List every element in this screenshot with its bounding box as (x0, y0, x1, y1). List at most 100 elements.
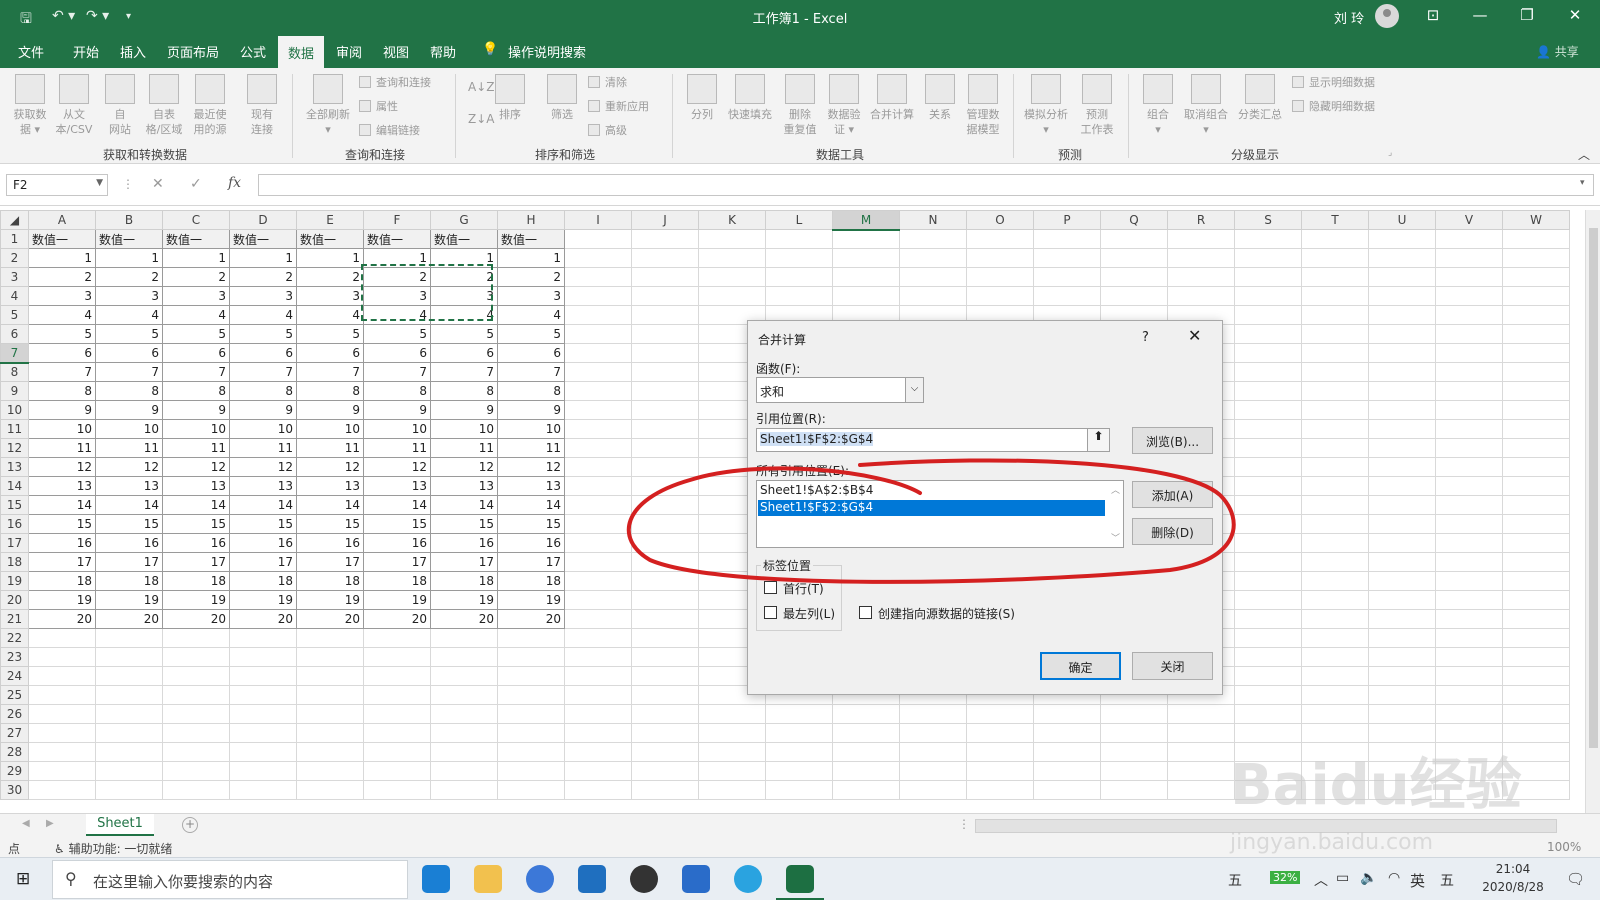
data-cell[interactable]: 5 (229, 324, 297, 344)
data-cell[interactable]: 2 (430, 267, 498, 287)
empty-cell[interactable] (1301, 514, 1369, 534)
empty-cell[interactable] (95, 704, 163, 724)
empty-cell[interactable] (1502, 628, 1570, 648)
empty-cell[interactable] (1435, 685, 1503, 705)
empty-cell[interactable] (363, 723, 431, 743)
data-cell[interactable]: 3 (229, 286, 297, 306)
empty-cell[interactable] (28, 742, 96, 762)
empty-cell[interactable] (1435, 704, 1503, 724)
empty-cell[interactable] (631, 476, 699, 496)
empty-cell[interactable] (1033, 742, 1101, 762)
empty-cell[interactable] (1502, 343, 1570, 363)
edit-links-button[interactable]: 编辑链接 (359, 122, 420, 138)
empty-cell[interactable] (765, 229, 833, 249)
row-header[interactable]: 30 (0, 780, 29, 800)
refresh-all-button[interactable]: 全部刷新 ▾ (300, 74, 356, 137)
empty-cell[interactable] (1502, 419, 1570, 439)
empty-cell[interactable] (1100, 723, 1168, 743)
empty-cell[interactable] (162, 628, 230, 648)
empty-cell[interactable] (631, 533, 699, 553)
row-header[interactable]: 24 (0, 666, 29, 686)
hide-detail-button[interactable]: 隐藏明细数据 (1292, 98, 1375, 114)
empty-cell[interactable] (1435, 381, 1503, 401)
taskbar-search[interactable]: ⚲ 在这里输入你要搜索的内容 (52, 860, 408, 899)
data-cell[interactable]: 14 (363, 495, 431, 515)
empty-cell[interactable] (765, 267, 833, 287)
ungroup-button[interactable]: 取消组合 ▾ (1180, 74, 1232, 137)
empty-cell[interactable] (765, 286, 833, 306)
empty-cell[interactable] (497, 666, 565, 686)
empty-cell[interactable] (1301, 476, 1369, 496)
chevron-down-icon[interactable]: ▼ (96, 178, 103, 188)
data-cell[interactable]: 12 (28, 457, 96, 477)
column-header[interactable]: H (497, 210, 565, 230)
empty-cell[interactable] (1301, 647, 1369, 667)
empty-cell[interactable] (1368, 628, 1436, 648)
empty-cell[interactable] (1234, 647, 1302, 667)
data-cell[interactable]: 15 (296, 514, 364, 534)
empty-cell[interactable] (765, 742, 833, 762)
data-validation-button[interactable]: 数据验 证 ▾ (822, 74, 866, 137)
row-header[interactable]: 26 (0, 704, 29, 724)
empty-cell[interactable] (631, 514, 699, 534)
empty-cell[interactable] (162, 685, 230, 705)
empty-cell[interactable] (564, 552, 632, 572)
data-cell[interactable]: 7 (296, 362, 364, 382)
excel-icon[interactable] (786, 865, 814, 893)
empty-cell[interactable] (1435, 666, 1503, 686)
empty-cell[interactable] (631, 229, 699, 249)
empty-cell[interactable] (1502, 704, 1570, 724)
empty-cell[interactable] (95, 780, 163, 800)
empty-cell[interactable] (28, 761, 96, 781)
empty-cell[interactable] (229, 723, 297, 743)
empty-cell[interactable] (564, 533, 632, 553)
empty-cell[interactable] (1368, 514, 1436, 534)
empty-cell[interactable] (1033, 267, 1101, 287)
data-cell[interactable]: 16 (296, 533, 364, 553)
data-cell[interactable]: 7 (95, 362, 163, 382)
empty-cell[interactable] (1301, 362, 1369, 382)
empty-cell[interactable] (1301, 590, 1369, 610)
empty-cell[interactable] (832, 704, 900, 724)
tab-help[interactable]: 帮助 (430, 42, 456, 61)
empty-cell[interactable] (1435, 628, 1503, 648)
empty-cell[interactable] (1368, 229, 1436, 249)
prev-sheet-icon[interactable]: ◀ (22, 818, 30, 829)
close-button[interactable]: 关闭 (1132, 652, 1213, 680)
empty-cell[interactable] (1502, 552, 1570, 572)
empty-cell[interactable] (631, 685, 699, 705)
empty-cell[interactable] (1234, 666, 1302, 686)
header-cell[interactable]: 数值一 (95, 229, 163, 249)
ribbon-display-icon[interactable]: ⊡ (1413, 6, 1453, 24)
empty-cell[interactable] (631, 400, 699, 420)
empty-cell[interactable] (564, 476, 632, 496)
show-detail-button[interactable]: 显示明细数据 (1292, 74, 1375, 90)
empty-cell[interactable] (1435, 647, 1503, 667)
row-header[interactable]: 3 (0, 267, 29, 287)
empty-cell[interactable] (631, 780, 699, 800)
data-cell[interactable]: 1 (430, 248, 498, 268)
empty-cell[interactable] (1502, 476, 1570, 496)
empty-cell[interactable] (1033, 723, 1101, 743)
empty-cell[interactable] (1368, 571, 1436, 591)
data-cell[interactable]: 20 (497, 609, 565, 629)
data-cell[interactable]: 17 (430, 552, 498, 572)
data-cell[interactable]: 3 (162, 286, 230, 306)
empty-cell[interactable] (832, 780, 900, 800)
row-header[interactable]: 15 (0, 495, 29, 515)
empty-cell[interactable] (564, 457, 632, 477)
empty-cell[interactable] (564, 590, 632, 610)
data-cell[interactable]: 2 (28, 267, 96, 287)
data-cell[interactable]: 16 (229, 533, 297, 553)
data-cell[interactable]: 11 (497, 438, 565, 458)
data-cell[interactable]: 2 (162, 267, 230, 287)
row-header[interactable]: 8 (0, 362, 29, 382)
empty-cell[interactable] (1234, 381, 1302, 401)
left-column-label[interactable]: 最左列(L) (783, 605, 835, 622)
avatar[interactable] (1375, 4, 1399, 28)
empty-cell[interactable] (1234, 362, 1302, 382)
empty-cell[interactable] (1301, 286, 1369, 306)
data-cell[interactable]: 11 (162, 438, 230, 458)
empty-cell[interactable] (698, 780, 766, 800)
empty-cell[interactable] (966, 286, 1034, 306)
